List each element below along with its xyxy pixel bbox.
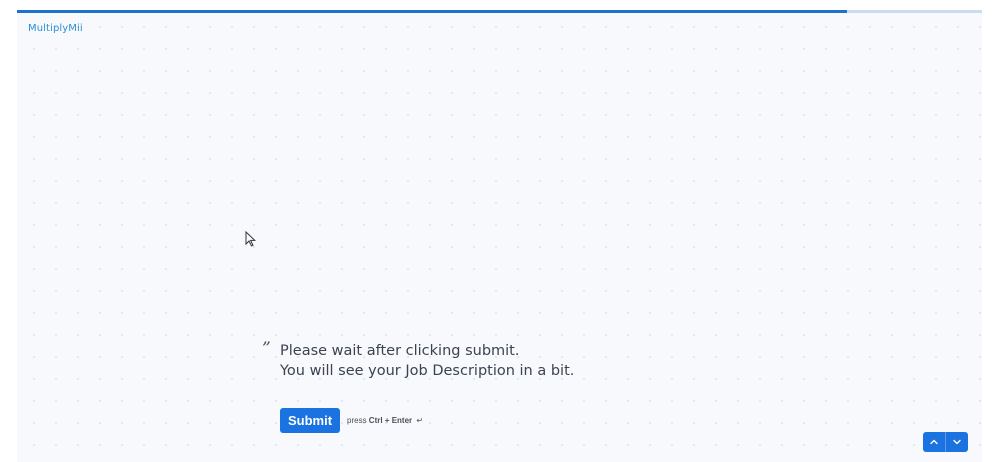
keyboard-hint: press Ctrl + Enter ↵ [347,416,423,425]
hint-keys: Ctrl + Enter [368,416,413,425]
form-canvas: MultiplyMii ” Please wait after clicking… [17,10,982,462]
previous-question-button[interactable] [923,432,946,452]
progress-bar-fill [17,10,847,13]
question-text: Please wait after clicking submit. You w… [280,342,574,381]
brand-logo: MultiplyMii [28,23,83,34]
question-navigation [923,432,968,452]
question-line-1: Please wait after clicking submit. [280,343,520,359]
chevron-up-icon [930,439,938,445]
quote-icon: ” [262,339,271,359]
next-question-button[interactable] [946,432,968,452]
chevron-down-icon [953,439,961,445]
hint-prefix: press [347,416,367,425]
enter-icon: ↵ [416,416,424,425]
mouse-cursor-icon [245,231,257,247]
submit-button[interactable]: Submit [280,408,340,433]
progress-bar [17,10,982,13]
question-line-2: You will see your Job Description in a b… [280,362,575,379]
